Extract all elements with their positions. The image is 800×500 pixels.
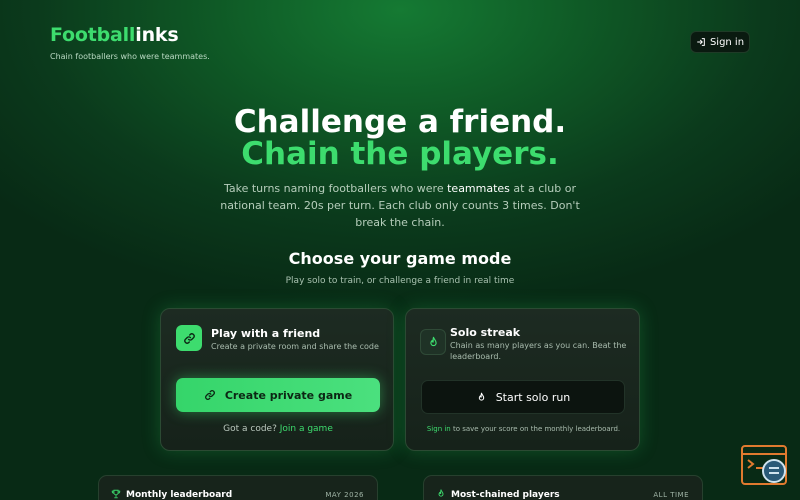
monthly-leaderboard-panel[interactable]: Monthly leaderboard MAY 2026 xyxy=(98,475,378,500)
most-chained-players-panel[interactable]: Most-chained players ALL TIME xyxy=(423,475,703,500)
join-game-prompt: Got a code? Join a game xyxy=(223,424,333,434)
friend-card-title: Play with a friend xyxy=(211,327,321,340)
most-chained-players-title: Most-chained players xyxy=(451,490,560,500)
game-mode-subtitle: Play solo to train, or challenge a frien… xyxy=(285,276,515,286)
play-with-friend-card: Play with a friend Create a private room… xyxy=(160,308,394,451)
most-chained-players-period: ALL TIME xyxy=(653,491,689,499)
sign-in-button[interactable]: Sign in xyxy=(690,31,750,53)
teammates-highlight: teammates xyxy=(447,182,510,195)
chat-support-widget[interactable] xyxy=(740,444,790,488)
sign-in-icon xyxy=(697,38,705,46)
game-mode-title: Choose your game mode xyxy=(288,249,512,268)
join-game-link[interactable]: Join a game xyxy=(280,424,333,434)
monthly-leaderboard-period: MAY 2026 xyxy=(325,491,364,499)
save-score-prompt: Sign in to save your score on the monthl… xyxy=(426,425,621,433)
monthly-leaderboard-title: Monthly leaderboard xyxy=(126,490,233,500)
flame-icon xyxy=(420,329,446,355)
tagline: Chain footballers who were teammates. xyxy=(50,52,210,61)
solo-streak-card: Solo streak Chain as many players as you… xyxy=(405,308,640,451)
hero-subtitle: Chain the players. xyxy=(241,136,559,172)
sign-in-label: Sign in xyxy=(709,36,745,48)
solo-card-description: Chain as many players as you can. Beat t… xyxy=(450,341,627,361)
hero-title: Challenge a friend. xyxy=(233,104,567,140)
logo[interactable]: Footballinks xyxy=(50,24,210,46)
create-private-game-button[interactable]: Create private game xyxy=(176,378,380,412)
solo-card-title: Solo streak xyxy=(450,326,521,339)
flame-icon xyxy=(478,392,484,401)
link-icon xyxy=(176,325,202,351)
fire-icon xyxy=(438,489,444,497)
sign-in-link[interactable]: Sign in xyxy=(427,425,451,433)
hero-description: Take turns naming footballers who were t… xyxy=(220,182,580,229)
hero-section: Challenge a friend. Chain the players. T… xyxy=(0,106,800,231)
start-solo-run-label: Start solo run xyxy=(495,390,571,404)
link-icon xyxy=(204,390,215,400)
trophy-icon xyxy=(111,489,121,499)
friend-card-description: Create a private room and share the code xyxy=(211,342,379,351)
support-widget-icon xyxy=(741,445,787,485)
brand-header: Footballinks Chain footballers who were … xyxy=(50,24,210,61)
create-private-game-label: Create private game xyxy=(224,388,353,402)
game-mode-section: Choose your game mode Play solo to train… xyxy=(0,249,800,286)
start-solo-run-button[interactable]: Start solo run xyxy=(421,380,625,414)
